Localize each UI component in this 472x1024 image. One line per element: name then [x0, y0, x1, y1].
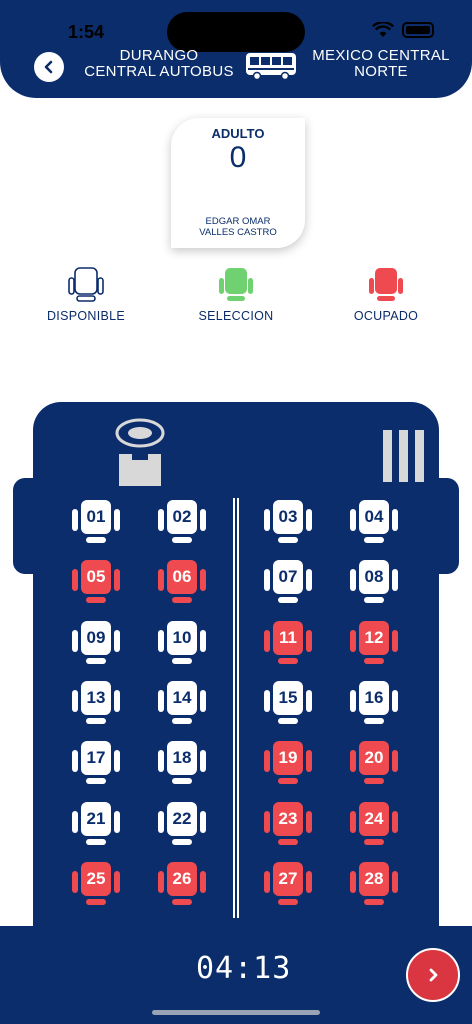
seat-number: 24 [364, 808, 384, 828]
seat-number: 01 [86, 507, 106, 526]
bus-icon [246, 53, 296, 80]
seat-occupied-icon [369, 268, 403, 301]
seat-14[interactable]: 14 [156, 677, 208, 727]
seat-number: 07 [278, 567, 298, 587]
seat-20: 20 [348, 737, 400, 787]
seat-number: 17 [86, 748, 106, 768]
seat-01[interactable]: 01 [70, 496, 122, 546]
legend-selected: SELECCION [176, 266, 296, 323]
seat-number: 09 [86, 627, 106, 647]
seat-number: 16 [364, 687, 384, 707]
seat-number: 03 [278, 507, 298, 526]
origin-station: DURANGO CENTRAL AUTOBUS [84, 48, 234, 80]
seat-12: 12 [348, 617, 400, 667]
status-icons [372, 22, 434, 38]
passenger-name-line-1: EDGAR OMAR [205, 216, 271, 227]
seat-18[interactable]: 18 [156, 737, 208, 787]
seat-19: 19 [262, 737, 314, 787]
seat-13[interactable]: 13 [70, 677, 122, 727]
seat-selected-icon [219, 268, 253, 301]
next-button[interactable] [406, 948, 460, 1002]
passenger-type: ADULTO [211, 126, 265, 141]
seat-number: 22 [172, 808, 192, 828]
destination-line-2: NORTE [354, 63, 408, 80]
home-indicator [152, 1010, 320, 1015]
seat-15[interactable]: 15 [262, 677, 314, 727]
seat-number: 08 [364, 567, 384, 587]
seat-16[interactable]: 16 [348, 677, 400, 727]
destination-station: MEXICO CENTRAL NORTE [306, 48, 456, 80]
seat-24: 24 [348, 798, 400, 848]
legend-occupied: OCUPADO [326, 266, 446, 323]
seat-number: 27 [278, 868, 298, 888]
seat-number: 18 [172, 748, 192, 768]
seat-27: 27 [262, 858, 314, 908]
seat-11: 11 [262, 617, 314, 667]
seat-17[interactable]: 17 [70, 737, 122, 787]
seat-28: 28 [348, 858, 400, 908]
seat-number: 15 [278, 687, 298, 707]
seat-number: 10 [172, 627, 192, 647]
seat-number: 13 [86, 687, 106, 707]
seat-number: 23 [278, 808, 298, 828]
legend-available-label: DISPONIBLE [46, 309, 126, 323]
origin-line-1: DURANGO [119, 47, 199, 64]
passenger-name-line-2: VALLES CASTRO [199, 227, 277, 238]
back-button[interactable] [34, 52, 64, 82]
bus-aisle [233, 498, 239, 918]
seat-10[interactable]: 10 [156, 617, 208, 667]
destination-line-1: MEXICO CENTRAL [312, 47, 450, 64]
seat-number: 20 [364, 748, 384, 768]
seat-04[interactable]: 04 [348, 496, 400, 546]
battery-icon [402, 22, 434, 38]
passenger-count: 0 [229, 141, 247, 174]
seat-number: 25 [86, 868, 106, 888]
wifi-icon [372, 22, 394, 37]
seat-number: 19 [278, 748, 298, 768]
seat-25: 25 [70, 858, 122, 908]
seat-number: 12 [364, 627, 384, 647]
seat-number: 14 [172, 687, 192, 707]
seat-09[interactable]: 09 [70, 617, 122, 667]
passenger-card[interactable]: ADULTO 0 EDGAR OMAR VALLES CASTRO [171, 118, 305, 248]
seat-08[interactable]: 08 [348, 556, 400, 606]
seat-number: 26 [172, 868, 192, 888]
origin-line-2: CENTRAL AUTOBUS [84, 63, 234, 80]
seat-number: 06 [172, 567, 192, 587]
seat-05: 05 [70, 556, 122, 606]
countdown-timer: 04:13 [196, 951, 292, 986]
steering-wheel-icon [115, 418, 165, 486]
seat-number: 28 [364, 868, 384, 888]
seat-number: 21 [86, 808, 106, 828]
chevron-right-icon [429, 968, 438, 982]
seat-number: 05 [86, 567, 106, 587]
chevron-left-icon [44, 60, 53, 74]
seat-number: 11 [279, 627, 297, 647]
seat-number: 02 [172, 507, 192, 526]
seat-06: 06 [156, 556, 208, 606]
seat-02[interactable]: 02 [156, 496, 208, 546]
seat-03[interactable]: 03 [262, 496, 314, 546]
status-time: 1:54 [68, 22, 105, 42]
seat-26: 26 [156, 858, 208, 908]
seat-23: 23 [262, 798, 314, 848]
passenger-name: EDGAR OMAR VALLES CASTRO [171, 216, 305, 238]
seat-21[interactable]: 21 [70, 798, 122, 848]
seat-22[interactable]: 22 [156, 798, 208, 848]
door-icon [383, 430, 424, 482]
legend-occupied-label: OCUPADO [353, 309, 419, 323]
seat-available-icon [68, 267, 104, 302]
dynamic-island [167, 12, 305, 52]
seat-number: 04 [364, 507, 384, 526]
legend-selected-label: SELECCION [198, 309, 274, 323]
legend-available: DISPONIBLE [26, 266, 146, 323]
seat-07[interactable]: 07 [262, 556, 314, 606]
